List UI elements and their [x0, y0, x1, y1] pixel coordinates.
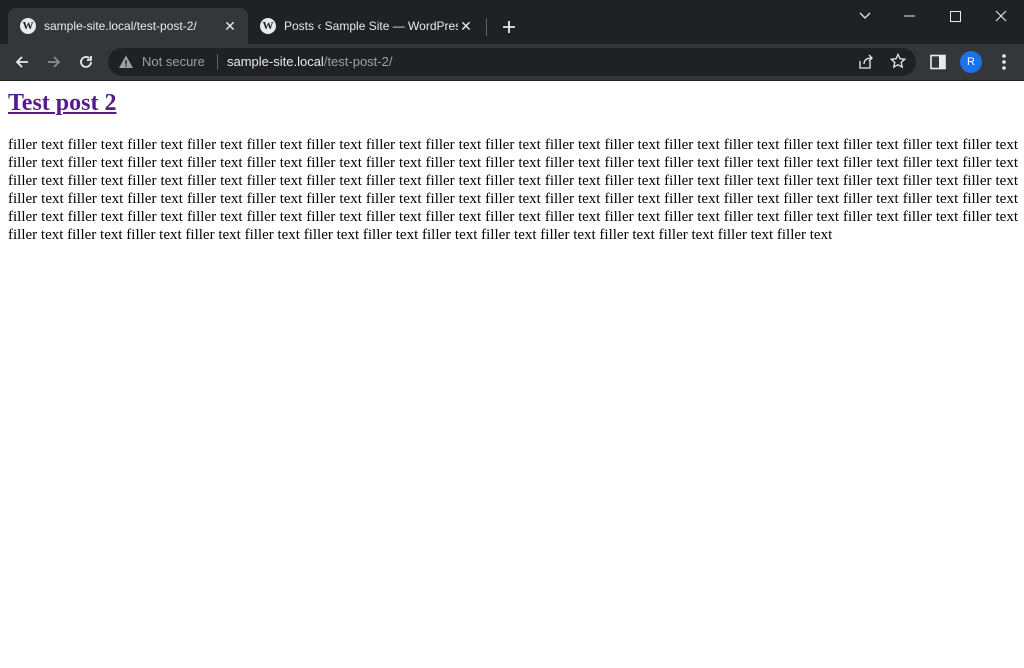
- tab-wordpress-posts[interactable]: W Posts ‹ Sample Site — WordPress ✕: [248, 8, 484, 44]
- wordpress-icon: W: [260, 18, 276, 34]
- arrow-right-icon: [48, 56, 61, 68]
- plus-icon: [503, 21, 515, 33]
- reload-icon: [80, 56, 92, 68]
- tab-test-post-2[interactable]: W sample-site.local/test-post-2/ ✕: [8, 8, 248, 44]
- tab-strip: W sample-site.local/test-post-2/ ✕ W Pos…: [0, 0, 1024, 44]
- tab-title: sample-site.local/test-post-2/: [44, 19, 197, 33]
- more-menu-icon[interactable]: [996, 52, 1012, 72]
- url-host: sample-site.local: [227, 54, 324, 69]
- tab-search-button[interactable]: [842, 0, 888, 32]
- address-divider: [217, 54, 218, 70]
- new-tab-button[interactable]: [498, 16, 520, 38]
- browser-toolbar: Not secure sample-site.local/test-post-2…: [0, 44, 1024, 81]
- maximize-button[interactable]: [932, 0, 978, 32]
- warning-icon[interactable]: [118, 54, 134, 70]
- arrow-left-icon: [15, 56, 28, 68]
- chevron-down-icon: [859, 12, 871, 19]
- window-close-button[interactable]: [978, 0, 1024, 32]
- address-bar[interactable]: Not secure sample-site.local/test-post-2…: [108, 48, 916, 76]
- minimize-icon: [903, 15, 915, 17]
- post-title-link[interactable]: Test post 2: [8, 90, 116, 116]
- back-button[interactable]: [10, 50, 34, 74]
- forward-button[interactable]: [42, 50, 66, 74]
- profile-avatar[interactable]: R: [960, 51, 982, 73]
- wordpress-icon: W: [20, 18, 36, 34]
- url-text[interactable]: sample-site.local/test-post-2/: [227, 54, 392, 69]
- close-icon[interactable]: ✕: [458, 18, 474, 34]
- reload-button[interactable]: [74, 50, 98, 74]
- close-icon[interactable]: ✕: [222, 18, 238, 34]
- security-status-label[interactable]: Not secure: [142, 54, 205, 69]
- page-content: Test post 2 filler text filler text fill…: [0, 81, 1024, 668]
- maximize-icon: [949, 10, 961, 22]
- tab-separator: [486, 18, 487, 36]
- tab-title: Posts ‹ Sample Site — WordPress: [284, 19, 458, 33]
- minimize-button[interactable]: [886, 0, 932, 32]
- url-path: /test-post-2/: [323, 54, 393, 69]
- side-panel-icon[interactable]: [930, 54, 946, 70]
- close-icon: [995, 10, 1007, 22]
- share-icon[interactable]: [858, 54, 874, 70]
- post-body: filler text filler text filler text fill…: [8, 137, 1018, 243]
- bookmark-star-icon[interactable]: [890, 53, 906, 69]
- post-title: Test post 2: [8, 90, 116, 117]
